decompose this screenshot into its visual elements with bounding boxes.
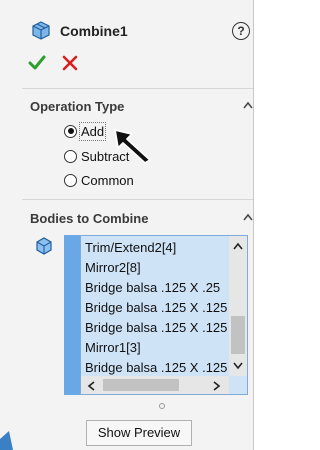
radio-add[interactable]: Add	[64, 121, 107, 141]
horizontal-scroll-thumb[interactable]	[103, 379, 179, 391]
radio-button-add[interactable]	[64, 124, 77, 138]
radio-label-add: Add	[78, 121, 107, 141]
selection-box-accent	[64, 235, 80, 395]
operation-type-title[interactable]: Operation Type	[30, 99, 124, 114]
bodies-selection-list[interactable]: Trim/Extend2[4] Mirror2[8] Bridge balsa …	[80, 235, 248, 395]
radio-common[interactable]: Common	[64, 171, 134, 189]
solid-body-icon	[36, 237, 52, 255]
radio-label-common: Common	[81, 172, 134, 188]
cancel-x-icon[interactable]	[62, 55, 78, 71]
feature-title: Combine1	[60, 23, 128, 39]
list-resize-grip-icon[interactable]	[159, 403, 165, 409]
panel-header: Combine1 ?	[0, 0, 253, 88]
list-item[interactable]: Bridge balsa .125 X .125	[85, 358, 227, 378]
show-preview-button[interactable]: Show Preview	[86, 420, 192, 446]
chevron-up-icon[interactable]	[243, 101, 253, 109]
list-item[interactable]: Trim/Extend2[4]	[85, 238, 227, 258]
bodies-list-items: Trim/Extend2[4] Mirror2[8] Bridge balsa …	[85, 238, 227, 378]
scroll-down-arrow-icon[interactable]	[233, 362, 243, 370]
list-item[interactable]: Bridge balsa .125 X .25	[85, 278, 227, 298]
bodies-to-combine-title[interactable]: Bodies to Combine	[30, 211, 148, 226]
radio-button-subtract[interactable]	[64, 149, 77, 163]
panel-outer-margin	[254, 0, 263, 450]
list-item[interactable]: Mirror1[3]	[85, 338, 227, 358]
list-item[interactable]: Bridge balsa .125 X .125	[85, 298, 227, 318]
header-divider	[22, 88, 253, 89]
scroll-up-arrow-icon[interactable]	[233, 242, 243, 250]
vertical-scroll-thumb[interactable]	[231, 316, 245, 354]
property-manager-panel: Combine1 ? Operation Type Add Subtract C…	[0, 0, 254, 450]
mouse-pointer-icon	[114, 129, 151, 164]
horizontal-scrollbar[interactable]	[81, 376, 229, 394]
ok-checkmark-icon[interactable]	[28, 54, 46, 72]
help-icon[interactable]: ?	[232, 22, 250, 40]
scroll-right-arrow-icon[interactable]	[213, 381, 221, 391]
list-item[interactable]: Mirror2[8]	[85, 258, 227, 278]
vertical-scrollbar[interactable]	[229, 236, 247, 376]
scroll-left-arrow-icon[interactable]	[87, 381, 95, 391]
combine-feature-icon	[32, 21, 50, 40]
radio-button-common[interactable]	[64, 173, 77, 187]
chevron-up-icon[interactable]	[243, 213, 253, 221]
background-edge-icon	[0, 431, 13, 450]
list-item[interactable]: Bridge balsa .125 X .125	[85, 318, 227, 338]
section-divider	[22, 199, 253, 200]
